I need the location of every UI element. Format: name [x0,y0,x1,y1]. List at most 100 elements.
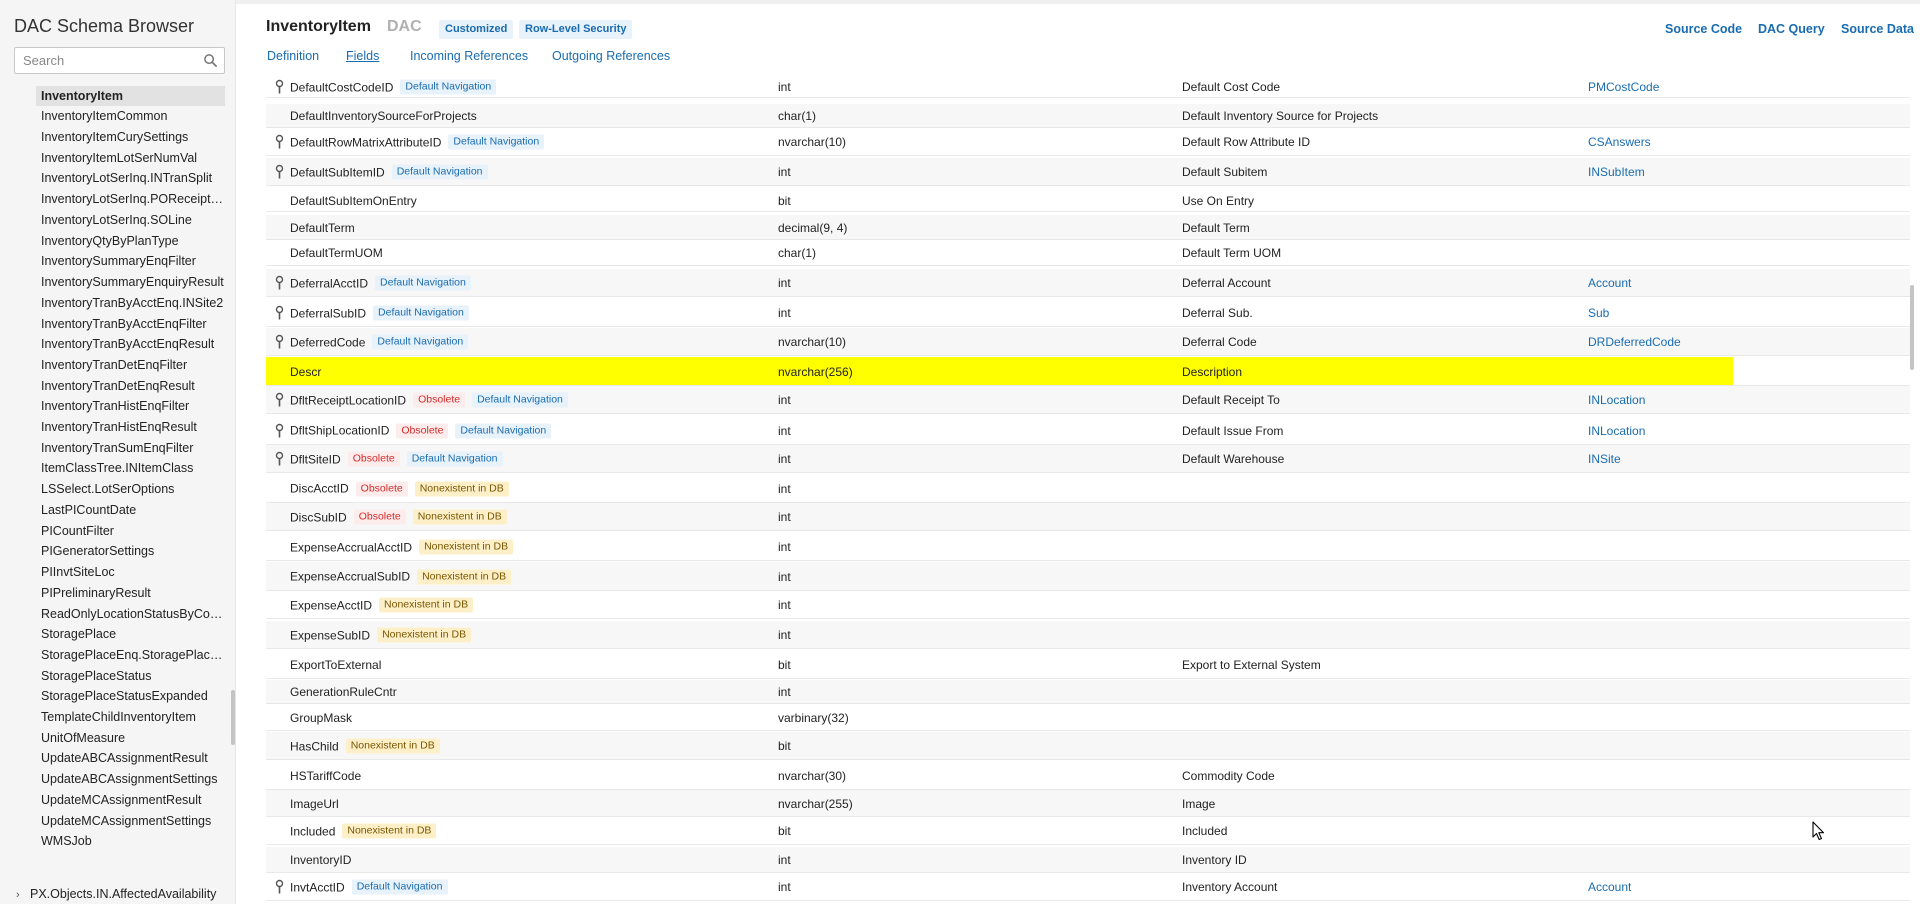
sidebar-item-inventoryitem[interactable]: InventoryItem [36,86,225,106]
sidebar-item-lsselect-lotseroptions[interactable]: LSSelect.LotSerOptions [36,479,226,499]
sidebar-item-storageplace[interactable]: StoragePlace [36,624,226,644]
field-type: int [778,423,791,438]
field-type: int [778,880,791,894]
sidebar-item-unitofmeasure[interactable]: UnitOfMeasure [36,728,226,748]
field-name: DefaultInventorySourceForProjects [290,109,477,123]
sidebar-item-storageplacestatusexpanded[interactable]: StoragePlaceStatusExpanded [36,686,226,706]
sidebar-item-updateabcassignmentresult[interactable]: UpdateABCAssignmentResult [36,748,226,768]
sidebar-item-storageplacestatus[interactable]: StoragePlaceStatus [36,666,226,686]
tab-definition[interactable]: Definition [267,49,319,63]
field-type: int [778,452,791,466]
sidebar-item-inventorylotserinq-intransplit[interactable]: InventoryLotSerInq.INTranSplit [36,168,226,188]
dac-query-link[interactable]: DAC Query [1758,22,1825,36]
field-name: DiscSubID [290,510,347,524]
sidebar-item-templatechildinventoryitem[interactable]: TemplateChildInventoryItem [36,707,226,727]
sidebar-item-inventorytranhistenqresult[interactable]: InventoryTranHistEnqResult [36,417,226,437]
row-divider [266,413,1910,414]
field-reference-link[interactable]: PMCostCode [1588,80,1659,94]
tab-incoming-references[interactable]: Incoming References [410,49,528,63]
sidebar-item-inventorytranbyacctenqfilter[interactable]: InventoryTranByAcctEnqFilter [36,314,226,334]
field-reference-link[interactable]: INLocation [1588,393,1645,407]
sidebar-item-updatemcassignmentresult[interactable]: UpdateMCAssignmentResult [36,790,226,810]
badge-default-navigation: Default Navigation [406,451,503,467]
badge-obsolete: Obsolete [413,392,466,408]
sidebar-item-inventorytransumenqfilter[interactable]: InventoryTranSumEnqFilter [36,438,226,458]
field-display-name: Default Row Attribute ID [1182,135,1311,149]
sidebar-item-pigeneratorsettings[interactable]: PIGeneratorSettings [36,541,226,561]
sidebar-item-inventorysummaryenquiryresult[interactable]: InventorySummaryEnquiryResult [36,272,226,292]
field-row-defaulttermuom: DefaultTermUOM char(1) Default Term UOM [266,240,1910,266]
field-reference-link[interactable]: INSite [1588,452,1621,466]
field-display-name: Default Inventory Source for Projects [1182,109,1379,123]
sidebar-item-inventorytranbyacctenq-insite2[interactable]: InventoryTranByAcctEnq.INSite2 [36,293,226,313]
sidebar-item-updatemcassignmentsettings[interactable]: UpdateMCAssignmentSettings [36,811,226,831]
main-scrollbar[interactable] [1910,285,1914,370]
field-name-cell: Included Nonexistent in DB [290,823,437,839]
tab-outgoing-references[interactable]: Outgoing References [552,49,670,63]
field-name: HSTariffCode [290,769,362,783]
field-name: DfltSiteID [290,452,341,466]
field-reference-link[interactable]: Account [1588,880,1631,894]
sidebar-item-picountfilter[interactable]: PICountFilter [36,521,226,541]
sidebar-scrollbar[interactable] [231,690,235,745]
field-name-cell: ExportToExternal [290,658,381,672]
badge-nonexistent-in-db: Nonexistent in DB [377,627,472,643]
key-icon [275,275,284,291]
field-name-cell: DefaultTerm [290,221,355,235]
sidebar-item-pipreliminaryresult[interactable]: PIPreliminaryResult [36,583,226,603]
field-row-discsubid: DiscSubID Obsolete Nonexistent in DB int [266,503,1910,531]
sidebar-item-inventoryitemlotsernumval[interactable]: InventoryItemLotSerNumVal [36,148,226,168]
sidebar-item-itemclasstree-initemclass[interactable]: ItemClassTree.INItemClass [36,458,226,478]
sidebar-item-updateabcassignmentsettings[interactable]: UpdateABCAssignmentSettings [36,769,226,789]
key-icon [275,305,284,321]
sidebar-item-inventorytranhistenqfilter[interactable]: InventoryTranHistEnqFilter [36,396,226,416]
sidebar-item-inventoryqtybyplantype[interactable]: InventoryQtyByPlanType [36,231,226,251]
row-divider [266,844,1910,845]
sidebar-item-inventorytrandetenqfilter[interactable]: InventoryTranDetEnqFilter [36,355,226,375]
sidebar-item-inventoryitemcommon[interactable]: InventoryItemCommon [36,106,226,126]
badge-default-navigation: Default Navigation [391,164,488,180]
sidebar-item-readonlylocationstatusbycost[interactable]: ReadOnlyLocationStatusByCost... [36,604,226,624]
sidebar-item-inventoryitemcurysettings[interactable]: InventoryItemCurySettings [36,127,226,147]
sidebar-item-piinvtsiteloc[interactable]: PIInvtSiteLoc [36,562,226,582]
row-divider [266,355,1910,356]
sidebar-item-wmsjob[interactable]: WMSJob [36,831,226,851]
field-reference-link[interactable]: INSubItem [1588,165,1645,179]
field-reference-link[interactable]: Sub [1588,306,1609,320]
search-input[interactable] [15,48,195,73]
field-name-cell: HSTariffCode [290,769,361,783]
field-name: DeferralSubID [290,306,367,320]
sidebar-item-lastpicountdate[interactable]: LastPICountDate [36,500,226,520]
sidebar-item-inventorysummaryenqfilter[interactable]: InventorySummaryEnqFilter [36,251,226,271]
tab-fields[interactable]: Fields [346,49,379,63]
field-row-generationrulecntr: GenerationRuleCntr int [266,680,1910,704]
sidebar-item-inventorylotserinq-soline[interactable]: InventoryLotSerInq.SOLine [36,210,226,230]
field-row-expenseaccrualacctid: ExpenseAccrualAcctID Nonexistent in DB int [266,533,1910,561]
field-name: ExpenseAcctID [290,598,373,612]
search-icon[interactable] [203,53,218,68]
field-row-defaultterm: DefaultTerm decimal(9, 4) Default Term [266,215,1910,240]
source-data-link[interactable]: Source Data [1841,22,1914,36]
chevron-right-icon[interactable]: › [16,885,30,904]
field-reference-link[interactable]: Account [1588,276,1631,290]
field-type: int [778,685,791,699]
field-reference-link[interactable]: CSAnswers [1588,135,1651,149]
row-divider [266,530,1910,531]
field-name: DefaultSubItemID [290,165,385,179]
sidebar-item-storageplaceenq-storageplacef[interactable]: StoragePlaceEnq.StoragePlaceF... [36,645,226,665]
badge-customized: Customized [439,20,514,39]
sidebar-item-inventorylotserinq-poreceiptline[interactable]: InventoryLotSerInq.POReceiptLine [36,189,226,209]
sidebar-item-inventorytrandetenqresult[interactable]: InventoryTranDetEnqResult [36,376,226,396]
sidebar-item-inventorytranbyacctenqresult[interactable]: InventoryTranByAcctEnqResult [36,334,226,354]
field-reference-link[interactable]: DRDeferredCode [1588,335,1681,349]
field-display-name: Inventory ID [1182,853,1247,867]
row-divider [266,265,1910,266]
field-name: DefaultCostCodeID [290,80,394,94]
field-display-name: Inventory Account [1182,880,1278,894]
badge-default-navigation: Default Navigation [472,392,568,408]
field-display-name: Default Subitem [1182,165,1268,179]
source-code-link[interactable]: Source Code [1665,22,1742,36]
field-reference-link[interactable]: INLocation [1588,424,1645,438]
tree-group-affected-availability[interactable]: › PX.Objects.IN.AffectedAvailability [16,884,216,904]
field-name: ImageUrl [290,796,339,811]
